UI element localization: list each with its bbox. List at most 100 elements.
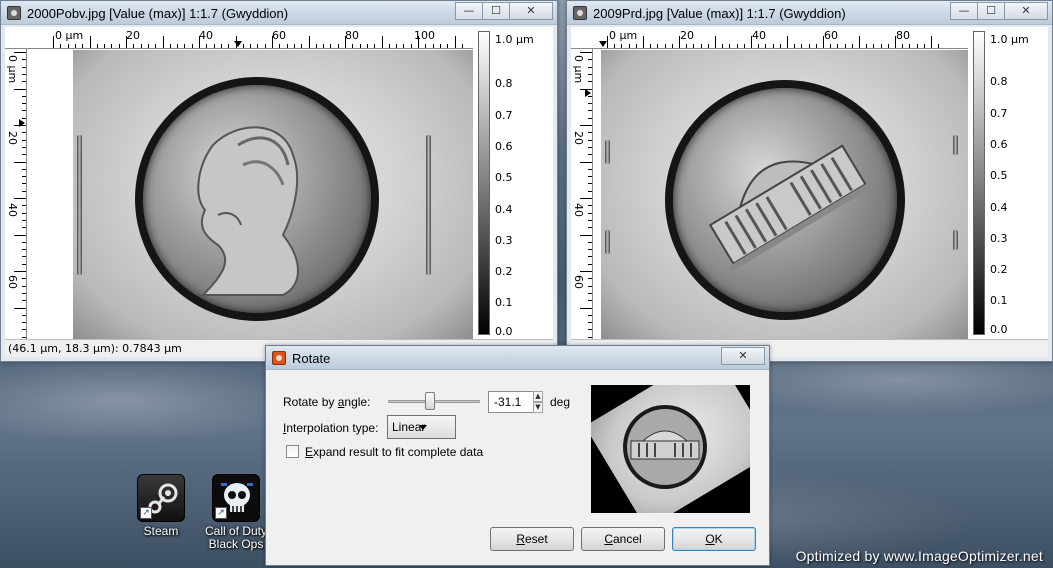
ruler-tick	[293, 44, 295, 48]
close-button[interactable]: ✕	[509, 2, 553, 20]
coin-image-reverse[interactable]	[601, 50, 968, 339]
angle-stepper[interactable]: ▲ ▼	[533, 391, 543, 413]
ruler-tick	[938, 44, 940, 48]
ruler-tick	[588, 278, 592, 280]
ruler-tick	[14, 125, 26, 126]
ruler-tick	[614, 44, 616, 48]
ruler-tick	[432, 44, 434, 48]
false-color-scale	[478, 31, 490, 335]
ruler-tick	[147, 44, 149, 48]
ruler-tick	[830, 44, 832, 48]
colorbar-label: 0.1	[495, 296, 513, 309]
ruler-tick	[220, 44, 222, 48]
coin-image-obverse[interactable]	[73, 50, 473, 339]
ruler-tick	[14, 234, 26, 236]
ruler-tick	[206, 44, 208, 48]
ruler-tick	[22, 292, 26, 294]
ruler-tick	[461, 44, 463, 48]
desktop-icon-black-ops[interactable]: ↗ Call of Duty Black Ops	[204, 474, 268, 551]
close-button[interactable]: ✕	[721, 347, 765, 365]
title-bar[interactable]: 2009Prd.jpg [Value (max)] 1:1.7 (Gwyddio…	[567, 1, 1052, 25]
ruler-tick	[873, 44, 875, 48]
gwyddion-window-2000pobv[interactable]: 2000Pobv.jpg [Value (max)] 1:1.7 (Gwyddi…	[0, 0, 558, 362]
colorbar-label: 0.8	[990, 75, 1008, 88]
ruler-tick	[250, 44, 252, 48]
stepper-up-icon[interactable]: ▲	[533, 391, 543, 402]
ruler-tick	[22, 249, 26, 251]
ruler-tick	[359, 44, 361, 48]
colorbar-label: 0.2	[495, 265, 513, 278]
ruler-tick	[22, 190, 26, 192]
angle-slider-thumb[interactable]	[425, 392, 435, 410]
ruler-tick	[580, 307, 592, 309]
ruler-tick	[588, 66, 592, 68]
colorbar-label: 0.6	[495, 140, 513, 153]
colorbar-label: 0.0	[495, 325, 513, 338]
coin-face	[673, 88, 897, 312]
expand-checkbox[interactable]	[286, 445, 299, 458]
ruler-label: 60	[572, 275, 585, 289]
ruler-tick	[388, 44, 390, 48]
ruler-tick	[588, 117, 592, 119]
interpolation-select[interactable]: Linear	[387, 415, 456, 439]
ruler-tick	[923, 44, 925, 48]
ruler-tick	[439, 44, 441, 48]
maximize-button[interactable]: ☐	[482, 2, 510, 20]
ruler-tick	[22, 329, 26, 331]
maximize-button[interactable]: ☐	[977, 2, 1005, 20]
ruler-tick	[931, 36, 932, 48]
ruler-tick	[751, 36, 752, 48]
cancel-button[interactable]: Cancel	[581, 527, 665, 551]
dialog-title: Rotate	[292, 351, 331, 366]
desktop-icon-label: Steam	[143, 525, 179, 538]
ruler-tick	[22, 205, 26, 207]
ruler-tick	[588, 132, 592, 134]
ruler-tick	[60, 44, 62, 48]
title-bar[interactable]: Rotate ✕	[266, 346, 769, 370]
ruler-tick	[772, 44, 774, 48]
gwyddion-window-2009prd[interactable]: 2009Prd.jpg [Value (max)] 1:1.7 (Gwyddio…	[566, 0, 1053, 362]
ruler-tick	[22, 285, 26, 287]
rotate-dialog[interactable]: Rotate ✕ Rotate by angle: -31.1 ▲ ▼ deg …	[265, 345, 770, 566]
ruler-tick	[374, 44, 376, 48]
ruler-tick	[22, 132, 26, 134]
ruler-tick	[191, 44, 193, 48]
minimize-button[interactable]: —	[455, 2, 483, 20]
stepper-down-icon[interactable]: ▼	[533, 402, 543, 413]
title-bar[interactable]: 2000Pobv.jpg [Value (max)] 1:1.7 (Gwyddi…	[1, 1, 557, 25]
ruler-tick	[679, 36, 680, 48]
ruler-label: 80	[345, 29, 359, 42]
ok-button[interactable]: OK	[672, 527, 756, 551]
expand-label[interactable]: Expand result to fit complete data	[305, 445, 483, 459]
ruler-tick	[671, 44, 673, 48]
ruler-label: 20	[126, 29, 140, 42]
ruler-tick	[96, 44, 98, 48]
ruler-tick	[286, 44, 288, 48]
ruler-tick	[837, 44, 839, 48]
close-button[interactable]: ✕	[1004, 2, 1048, 20]
horizontal-ruler: 0 µm 20 40 60 80	[571, 27, 968, 49]
ruler-tick	[14, 52, 26, 53]
ruler-tick	[22, 300, 26, 302]
desktop-icon-steam[interactable]: ↗ Steam	[129, 474, 193, 538]
ruler-tick	[14, 88, 26, 90]
coin-holder-bar	[953, 230, 958, 250]
ruler-label: 40	[199, 29, 213, 42]
ruler-label: 60	[824, 29, 838, 42]
minimize-button[interactable]: —	[950, 2, 978, 20]
reset-button[interactable]: Reset	[490, 527, 574, 551]
shortcut-arrow-icon: ↗	[140, 507, 152, 519]
ruler-tick	[902, 44, 904, 48]
chevron-down-icon	[419, 425, 427, 430]
ruler-tick	[588, 292, 592, 294]
ruler-tick	[588, 227, 592, 229]
ruler-tick	[279, 44, 281, 48]
colorbar-label: 1.0 µm	[990, 33, 1029, 46]
colorbar-label: 0.3	[990, 232, 1008, 245]
ruler-tick	[272, 36, 273, 48]
colorbar-label: 1.0 µm	[495, 33, 534, 46]
ruler-tick	[352, 44, 354, 48]
angle-input[interactable]: -31.1	[488, 391, 534, 413]
ruler-tick	[693, 44, 695, 48]
ruler-tick	[177, 44, 179, 48]
